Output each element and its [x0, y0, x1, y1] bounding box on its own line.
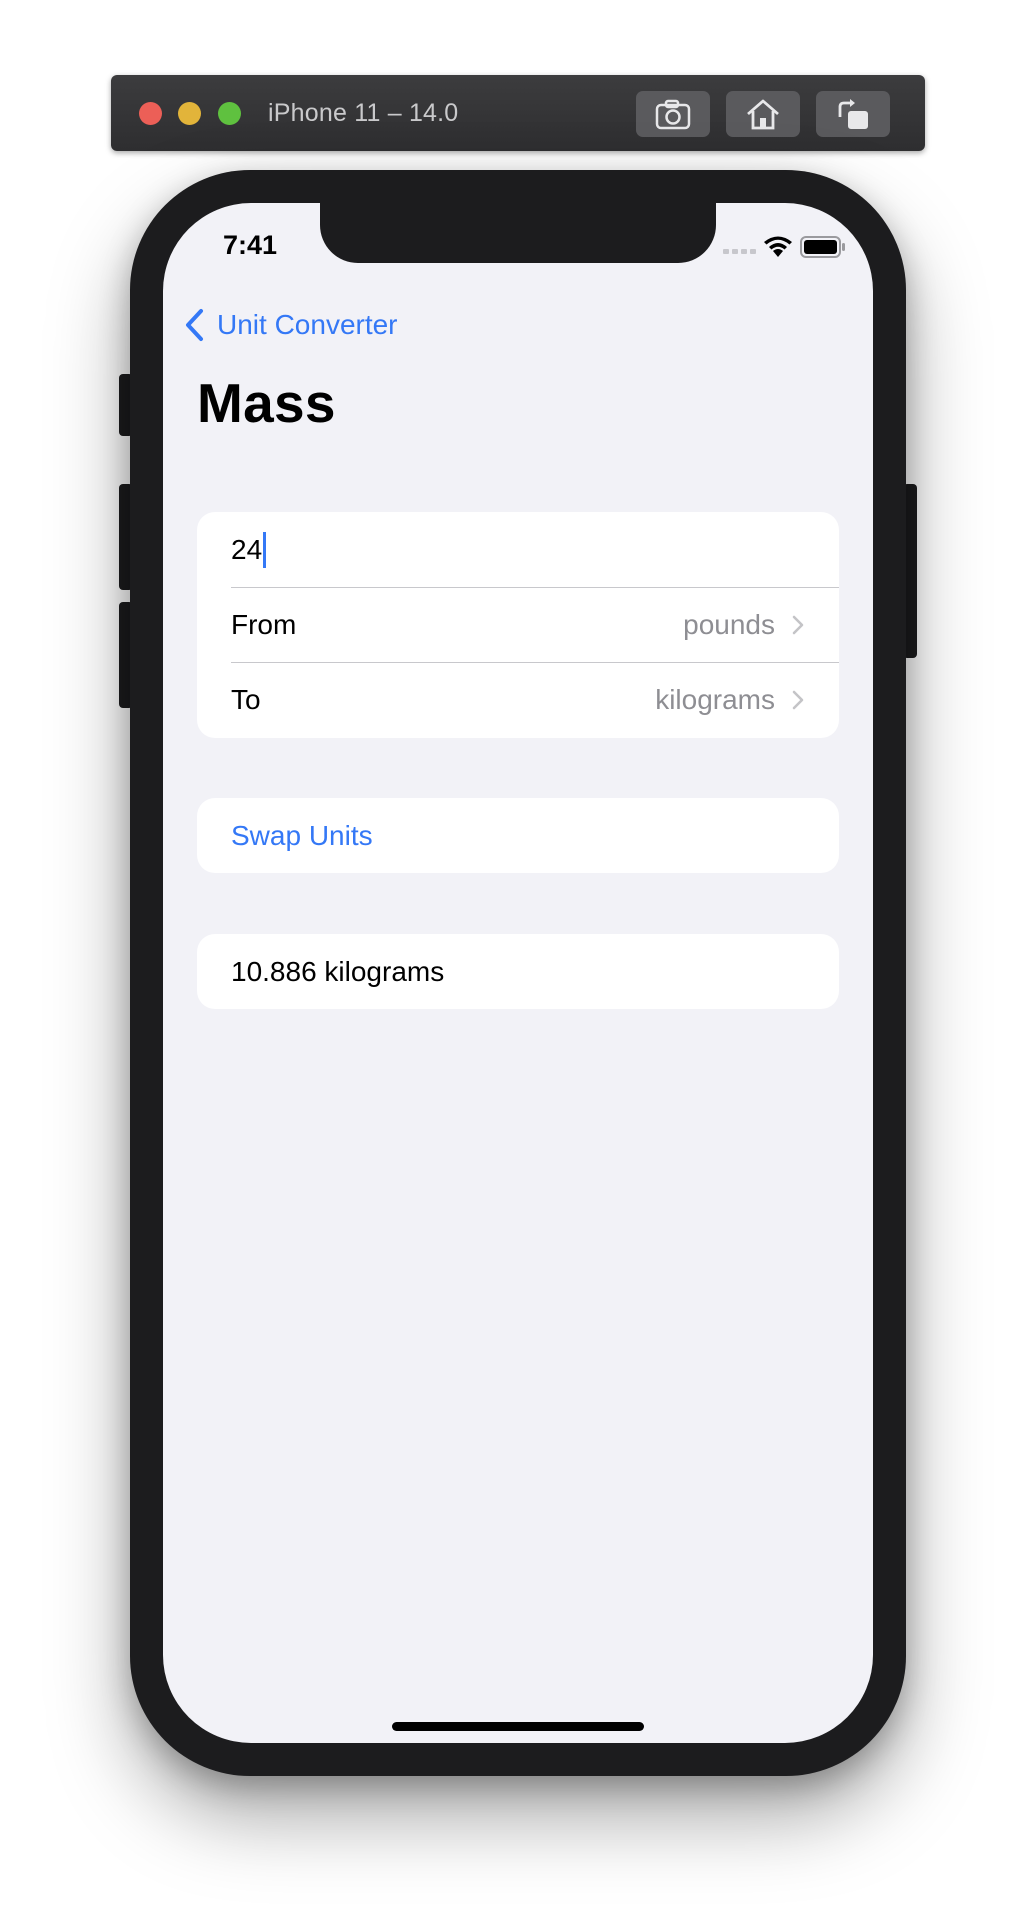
status-time: 7:41 [223, 230, 278, 260]
rotate-button[interactable] [816, 91, 890, 137]
swap-section: Swap Units [197, 798, 839, 873]
conversion-form: 24 From pounds To kilograms [197, 512, 839, 738]
chevron-right-icon [792, 615, 804, 634]
amount-input[interactable]: 24 [231, 531, 267, 568]
simulator-title: iPhone 11 – 14.0 [268, 99, 459, 127]
result-section: 10.886 kilograms [197, 934, 839, 1009]
wifi-icon [764, 236, 792, 257]
screenshot-button[interactable] [636, 91, 710, 137]
to-unit-row[interactable]: To kilograms [197, 662, 839, 737]
to-label: To [231, 683, 261, 715]
text-cursor [263, 531, 267, 568]
page-title: Mass [197, 372, 336, 434]
swap-units-label: Swap Units [231, 819, 373, 851]
rotate-icon [838, 99, 868, 129]
notch [320, 203, 716, 263]
back-button[interactable]: Unit Converter [183, 305, 398, 345]
home-icon [747, 99, 779, 130]
from-unit-row[interactable]: From pounds [197, 587, 839, 662]
window-minimize-button[interactable] [178, 102, 201, 125]
result-text: 10.886 kilograms [231, 955, 445, 987]
from-value: pounds [683, 608, 775, 640]
battery-icon [800, 236, 845, 258]
to-value: kilograms [655, 683, 775, 715]
home-button[interactable] [726, 91, 800, 137]
device-screen: 7:41 Unit Converter Mass 24 From pounds [163, 203, 873, 1743]
chevron-right-icon [792, 690, 804, 709]
chevron-left-icon [186, 309, 203, 341]
amount-row[interactable]: 24 [197, 512, 839, 587]
signal-icon [723, 249, 756, 254]
home-indicator[interactable] [392, 1722, 644, 1731]
result-row: 10.886 kilograms [197, 934, 839, 1009]
from-label: From [231, 608, 297, 640]
back-button-label: Unit Converter [217, 309, 398, 340]
camera-icon [655, 99, 691, 130]
window-zoom-button[interactable] [218, 102, 241, 125]
simulator-toolbar: iPhone 11 – 14.0 [111, 75, 925, 151]
window-close-button[interactable] [139, 102, 162, 125]
swap-units-button[interactable]: Swap Units [197, 798, 839, 873]
amount-value: 24 [231, 533, 263, 565]
